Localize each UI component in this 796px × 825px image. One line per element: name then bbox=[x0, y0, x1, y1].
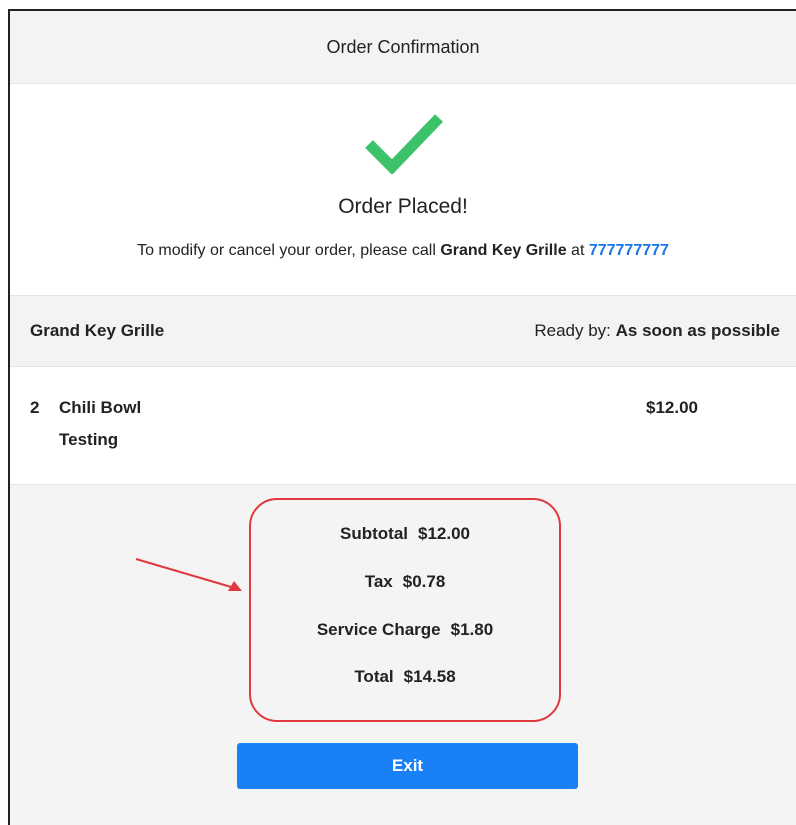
ready-by-value: As soon as possible bbox=[615, 321, 780, 340]
subtotal-label: Subtotal bbox=[340, 524, 408, 543]
total-value: $14.58 bbox=[403, 667, 456, 686]
tax-row: Tax $0.78 bbox=[251, 572, 559, 592]
ready-by: Ready by: As soon as possible bbox=[534, 321, 780, 341]
contact-message-prefix: To modify or cancel your order, please c… bbox=[137, 242, 441, 259]
exit-button[interactable]: Exit bbox=[237, 743, 578, 789]
service-charge-value: $1.80 bbox=[450, 620, 494, 639]
item-name: Chili Bowl bbox=[59, 398, 142, 417]
contact-message: To modify or cancel your order, please c… bbox=[10, 242, 796, 260]
confirmation-panel: Order Placed! To modify or cancel your o… bbox=[10, 84, 796, 296]
order-placed-title: Order Placed! bbox=[338, 195, 468, 218]
tax-label: Tax bbox=[364, 572, 393, 591]
totals-summary: Subtotal $12.00 Tax $0.78 Service Charge $1… bbox=[249, 498, 561, 722]
total-label: Total bbox=[354, 667, 394, 686]
tax-value: $0.78 bbox=[402, 572, 446, 591]
page-header: Order Confirmation bbox=[10, 11, 796, 84]
order-items: 2 Chili Bowl Testing $12.00 bbox=[10, 367, 796, 485]
phone-link[interactable]: 777777777 bbox=[589, 242, 669, 259]
page-title: Order Confirmation bbox=[326, 36, 480, 57]
item-quantity: 2 bbox=[30, 398, 40, 417]
order-confirmation-frame: Order Confirmation Order Placed! To modi… bbox=[8, 9, 796, 825]
subtotal-row: Subtotal $12.00 bbox=[251, 524, 559, 544]
store-name: Grand Key Grille bbox=[30, 321, 165, 340]
contact-message-mid: at bbox=[566, 242, 589, 259]
annotation-arrow-icon bbox=[135, 558, 242, 591]
service-charge-row: Service Charge $1.80 bbox=[251, 620, 559, 640]
service-charge-label: Service Charge bbox=[316, 620, 441, 639]
checkmark-icon bbox=[365, 114, 443, 174]
store-bar: Grand Key Grille Ready by: As soon as po… bbox=[10, 296, 796, 367]
subtotal-value: $12.00 bbox=[418, 524, 470, 543]
contact-restaurant-name: Grand Key Grille bbox=[440, 242, 567, 259]
total-row: Total $14.58 bbox=[251, 667, 559, 687]
item-price: $12.00 bbox=[646, 398, 698, 417]
totals-area: Subtotal $12.00 Tax $0.78 Service Charge $1… bbox=[10, 485, 796, 825]
ready-by-label: Ready by: bbox=[534, 321, 616, 340]
item-note: Testing bbox=[59, 430, 119, 449]
